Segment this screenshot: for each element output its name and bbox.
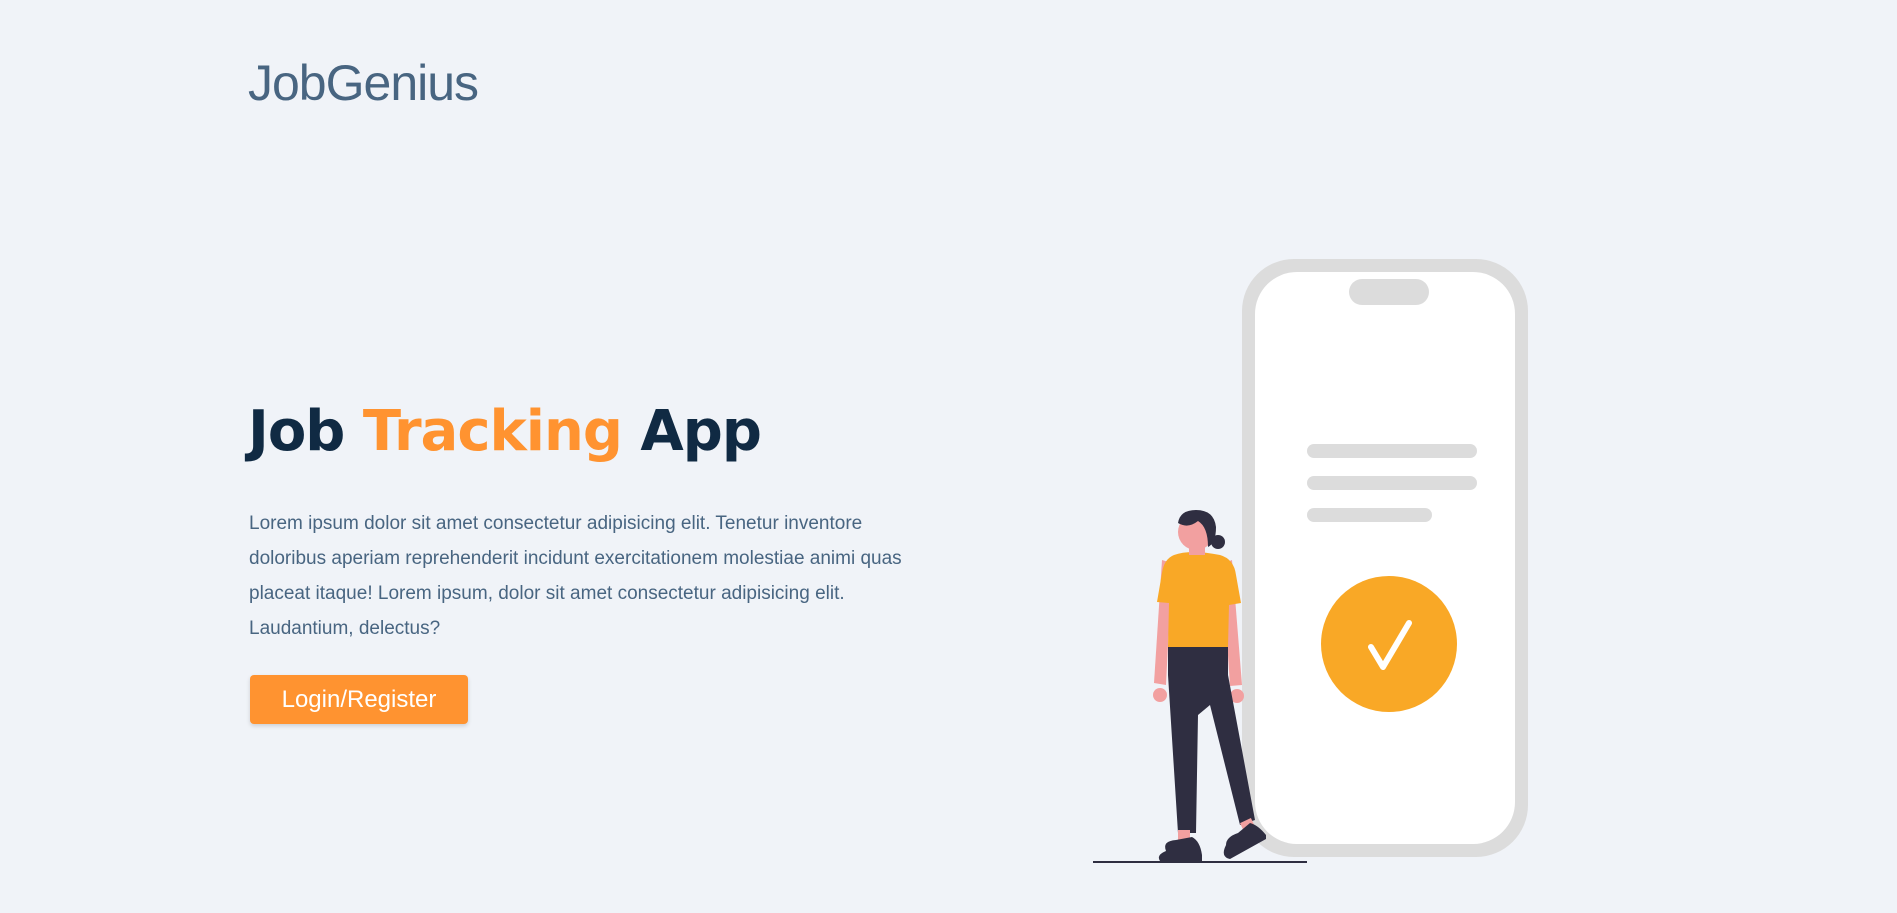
landing-page: JobGenius Job Tracking App Lorem ipsum d…: [0, 0, 1897, 913]
logo[interactable]: JobGenius: [248, 58, 479, 108]
title-accent: Tracking: [362, 399, 623, 464]
title-part-2: App: [621, 399, 762, 464]
title-part-1: Job: [248, 399, 363, 464]
page-title: Job Tracking App: [248, 404, 762, 460]
check-circle: [1321, 576, 1457, 712]
phone-illustration: [1242, 259, 1528, 857]
login-register-button[interactable]: Login/Register: [250, 675, 468, 724]
woman-with-phone-checkmark-illustration: [1093, 259, 1528, 863]
hero-description: Lorem ipsum dolor sit amet consectetur a…: [249, 513, 902, 639]
